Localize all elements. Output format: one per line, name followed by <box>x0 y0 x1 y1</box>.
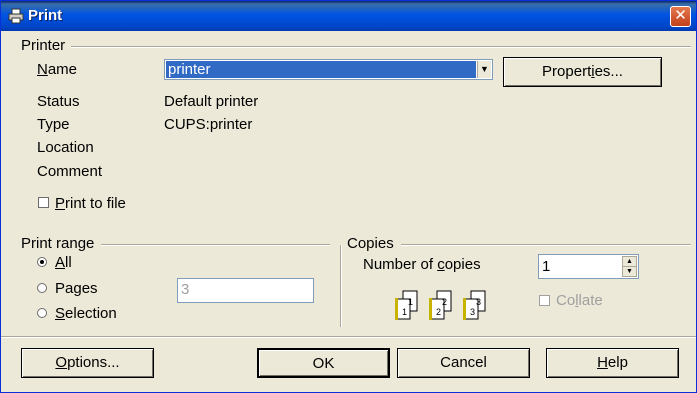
printer-icon <box>8 8 24 24</box>
cancel-button[interactable]: Cancel <box>397 348 530 378</box>
ok-button[interactable]: OK <box>257 348 390 378</box>
type-label: Type <box>37 116 70 133</box>
range-selection-label[interactable]: Selection <box>55 305 117 322</box>
copies-divider <box>401 244 691 245</box>
properties-post: es... <box>594 63 623 80</box>
collate-checkbox[interactable] <box>539 295 550 306</box>
printer-group-divider <box>71 46 691 47</box>
print-to-file-rest: rint to file <box>65 195 126 212</box>
collate-label[interactable]: Collate <box>556 292 603 309</box>
printer-name-value: printer <box>166 61 476 78</box>
copies-mnemonic: c <box>437 256 445 273</box>
range-selection-radio[interactable] <box>37 308 47 318</box>
help-rest: elp <box>607 354 628 371</box>
close-icon: ✕ <box>674 7 687 24</box>
range-all-rest: ll <box>65 254 72 271</box>
properties-button[interactable]: Properties... <box>503 57 662 87</box>
printer-group-label: Printer <box>21 37 66 54</box>
comment-label: Comment <box>37 163 103 180</box>
chevron-down-icon[interactable]: ▼ <box>477 61 491 78</box>
ok-label: OK <box>312 355 335 372</box>
bottom-divider <box>1 336 696 337</box>
type-value: CUPS:printer <box>164 116 253 133</box>
range-all-radio[interactable] <box>37 257 47 267</box>
status-value: Default printer <box>164 93 259 110</box>
spin-buttons: ▲ ▼ <box>622 256 637 277</box>
range-pages-pre: Pa <box>55 280 74 297</box>
collate-page-a1: 1 <box>402 307 407 317</box>
pages-input[interactable]: 3 <box>177 278 314 303</box>
collate-page-c1: 3 <box>470 307 475 317</box>
range-selection-rest: election <box>65 305 117 322</box>
properties-pre: Propert <box>542 63 592 80</box>
spin-down-icon[interactable]: ▼ <box>622 266 637 277</box>
copies-value: 1 <box>542 258 551 275</box>
copies-group-label: Copies <box>347 235 394 252</box>
print-range-group-label: Print range <box>21 235 95 252</box>
printer-name-select[interactable]: printer ▼ <box>164 59 493 80</box>
range-pages-post: es <box>81 280 98 297</box>
collate-icon: 1 1 2 2 3 3 <box>395 290 486 320</box>
location-label: Location <box>37 139 94 156</box>
help-mnemonic: H <box>597 354 608 371</box>
options-button[interactable]: Options... <box>21 348 154 378</box>
print-range-divider <box>101 244 330 245</box>
collate-post: late <box>578 292 603 309</box>
range-copies-separator <box>340 245 341 327</box>
range-pages-mnemonic: g <box>73 280 82 297</box>
print-to-file-mnemonic: P <box>55 195 66 212</box>
range-selection-mnemonic: S <box>55 305 66 322</box>
collate-pre: Co <box>556 292 576 309</box>
title-bar[interactable]: Print ✕ <box>1 1 696 31</box>
options-rest: ptions... <box>67 354 120 371</box>
number-of-copies-label: Number of copies <box>363 256 481 273</box>
print-to-file-checkbox[interactable] <box>38 197 49 208</box>
collate-page-a2: 1 <box>408 297 413 307</box>
range-all-mnemonic: A <box>55 254 66 271</box>
collate-page-b1: 2 <box>436 307 441 317</box>
range-pages-radio[interactable] <box>37 283 47 293</box>
collate-page-b2: 2 <box>442 297 447 307</box>
copies-spinner[interactable]: 1 ▲ ▼ <box>538 254 639 279</box>
print-dialog: Print ✕ Printer Name printer ▼ Propertie… <box>0 0 697 393</box>
status-label: Status <box>37 93 80 110</box>
close-button[interactable]: ✕ <box>670 6 691 27</box>
cancel-label: Cancel <box>440 354 487 371</box>
range-all-label[interactable]: All <box>55 254 72 271</box>
name-label: Name <box>37 61 77 78</box>
name-label-rest: ame <box>47 61 78 78</box>
window-title: Print <box>28 7 63 24</box>
print-to-file-label[interactable]: Print to file <box>55 195 126 212</box>
copies-post: opies <box>444 256 481 273</box>
name-label-mnemonic: N <box>37 61 48 78</box>
options-mnemonic: O <box>55 354 68 371</box>
help-button[interactable]: Help <box>546 348 679 378</box>
range-pages-label[interactable]: Pages <box>55 280 98 297</box>
copies-pre: Number of <box>363 256 438 273</box>
collate-page-c2: 3 <box>476 297 481 307</box>
